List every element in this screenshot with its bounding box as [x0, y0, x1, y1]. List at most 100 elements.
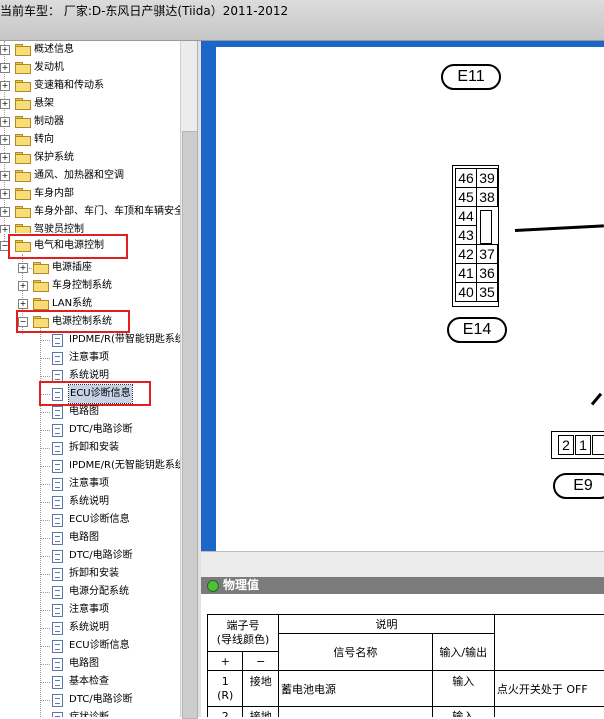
header-plus: + — [206, 651, 244, 671]
tree-item-driver-controls[interactable]: + 驾驶员控制 — [0, 221, 180, 233]
cell-io: 输入 — [431, 670, 495, 707]
connector-label-e11: E11 — [441, 64, 501, 90]
connector-key-slot — [480, 210, 492, 244]
expand-icon[interactable]: + — [0, 117, 10, 127]
pin: 42 — [455, 244, 477, 264]
tree-item-exterior[interactable]: + 车身外部、车门、车顶和车辆安全 — [0, 203, 180, 221]
pin: 35 — [476, 282, 498, 302]
tree-item-steering[interactable]: + 转向 — [0, 131, 180, 149]
tree-item-engine[interactable]: + 发动机 — [0, 59, 180, 77]
document-icon — [52, 442, 63, 455]
pin: 44 — [455, 206, 477, 226]
expand-icon[interactable]: + — [0, 81, 10, 91]
navigation-tree[interactable]: + 概述信息 + 发动机 + 变速箱和传动系 + 悬架 + 制动器 + 转向 +… — [0, 41, 180, 717]
cell-condition — [493, 706, 604, 717]
document-icon — [52, 604, 63, 617]
folder-icon — [15, 44, 31, 56]
pin: 38 — [476, 187, 498, 207]
tree-doc[interactable]: IPDME/R(无智能钥匙系统) — [0, 457, 180, 475]
tree-doc[interactable]: ECU诊断信息 — [0, 637, 180, 655]
physical-values-table: 端子号 (导线颜色) 说明 信号名称 输入/输出 + − 1 (R) 接地 蓄电… — [206, 614, 604, 717]
tree-item-hvac[interactable]: + 通风、加热器和空调 — [0, 167, 180, 185]
document-icon — [52, 622, 63, 635]
connector-e9-face: 2 1 — [551, 431, 604, 459]
expand-icon[interactable]: + — [0, 153, 10, 163]
tree-item-suspension[interactable]: + 悬架 — [0, 95, 180, 113]
tree-doc[interactable]: 拆卸和安装 — [0, 565, 180, 583]
header-minus: − — [242, 651, 280, 671]
connector-diagram — [216, 47, 604, 551]
expand-icon[interactable]: + — [0, 45, 10, 55]
section-bullet-icon — [207, 580, 219, 592]
tree-item-brakes[interactable]: + 制动器 — [0, 113, 180, 131]
tree-doc[interactable]: 注意事项 — [0, 601, 180, 619]
document-icon — [52, 640, 63, 653]
folder-icon — [33, 262, 49, 274]
folder-icon — [33, 298, 49, 310]
section-title: 物理值 — [223, 578, 260, 592]
tree-doc[interactable]: 拆卸和安装 — [0, 439, 180, 457]
tree-doc[interactable]: DTC/电路诊断 — [0, 547, 180, 565]
cell-io: 输入 — [431, 706, 495, 717]
section-header[interactable]: 物理值 — [201, 577, 604, 594]
tree-doc[interactable]: 注意事项 — [0, 475, 180, 493]
document-icon — [52, 568, 63, 581]
folder-icon — [33, 280, 49, 292]
pin: 40 — [455, 282, 477, 302]
tree-doc[interactable]: 电路图 — [0, 403, 180, 421]
document-icon — [52, 586, 63, 599]
folder-icon — [15, 152, 31, 164]
document-icon — [52, 658, 63, 671]
expand-icon[interactable]: + — [0, 99, 10, 109]
cell-terminal-minus: 接地 — [242, 706, 280, 717]
tree-item-interior[interactable]: + 车身内部 — [0, 185, 180, 203]
tree-doc[interactable]: 系统说明 — [0, 619, 180, 637]
tree-doc[interactable]: 电路图 — [0, 529, 180, 547]
folder-icon — [15, 80, 31, 92]
expand-icon[interactable]: + — [18, 281, 28, 291]
expand-icon[interactable]: + — [18, 299, 28, 309]
expand-icon[interactable]: + — [18, 263, 28, 273]
expand-icon[interactable]: + — [0, 171, 10, 181]
header-description: 说明 — [278, 614, 495, 634]
tree-item-body-control[interactable]: + 车身控制系统 — [0, 277, 180, 295]
scrollbar-thumb[interactable] — [182, 131, 198, 719]
document-icon — [52, 478, 63, 491]
tree-item-power-outlet[interactable]: + 电源插座 — [0, 259, 180, 277]
highlight-box — [8, 234, 128, 259]
pin: 37 — [476, 244, 498, 264]
expand-icon[interactable]: + — [0, 225, 10, 233]
tree-doc[interactable]: 电源分配系统 — [0, 583, 180, 601]
cell-signal — [278, 706, 433, 717]
current-vehicle-title: 当前车型： 厂家:D-东风日产骐达(Tiida）2011-2012 — [0, 4, 289, 18]
cell-terminal-minus: 接地 — [242, 670, 280, 707]
folder-icon — [15, 98, 31, 110]
tree-scrollbar[interactable] — [180, 41, 198, 719]
tree-doc[interactable]: 注意事项 — [0, 349, 180, 367]
tree-doc[interactable]: IPDME/R(带智能钥匙系统) — [0, 331, 180, 349]
expand-icon[interactable]: + — [0, 63, 10, 73]
document-icon — [52, 676, 63, 689]
tree-doc[interactable]: DTC/电路诊断 — [0, 421, 180, 439]
expand-icon[interactable]: + — [0, 189, 10, 199]
document-icon — [52, 550, 63, 563]
connector-e14-face: 46 39 45 38 44 43 42 37 41 36 40 35 — [452, 165, 499, 307]
tree-item-protection[interactable]: + 保护系统 — [0, 149, 180, 167]
tree-doc[interactable]: 电路图 — [0, 655, 180, 673]
document-icon — [52, 712, 63, 717]
tree-doc[interactable]: 症状诊断 — [0, 709, 180, 717]
folder-icon — [15, 206, 31, 218]
tree-doc[interactable]: DTC/电路诊断 — [0, 691, 180, 709]
tree-item-overview[interactable]: + 概述信息 — [0, 41, 180, 59]
document-icon — [52, 694, 63, 707]
tree-doc[interactable]: 系统说明 — [0, 493, 180, 511]
document-icon — [52, 460, 63, 473]
tree-doc[interactable]: ECU诊断信息 — [0, 511, 180, 529]
expand-icon[interactable]: + — [0, 135, 10, 145]
cell-condition: 点火开关处于 OFF — [493, 670, 604, 707]
expand-icon[interactable]: + — [0, 207, 10, 217]
tree-doc[interactable]: 基本检查 — [0, 673, 180, 691]
folder-icon — [15, 188, 31, 200]
tree-item-transmission[interactable]: + 变速箱和传动系 — [0, 77, 180, 95]
cell-signal: 蓄电池电源 — [278, 670, 433, 707]
